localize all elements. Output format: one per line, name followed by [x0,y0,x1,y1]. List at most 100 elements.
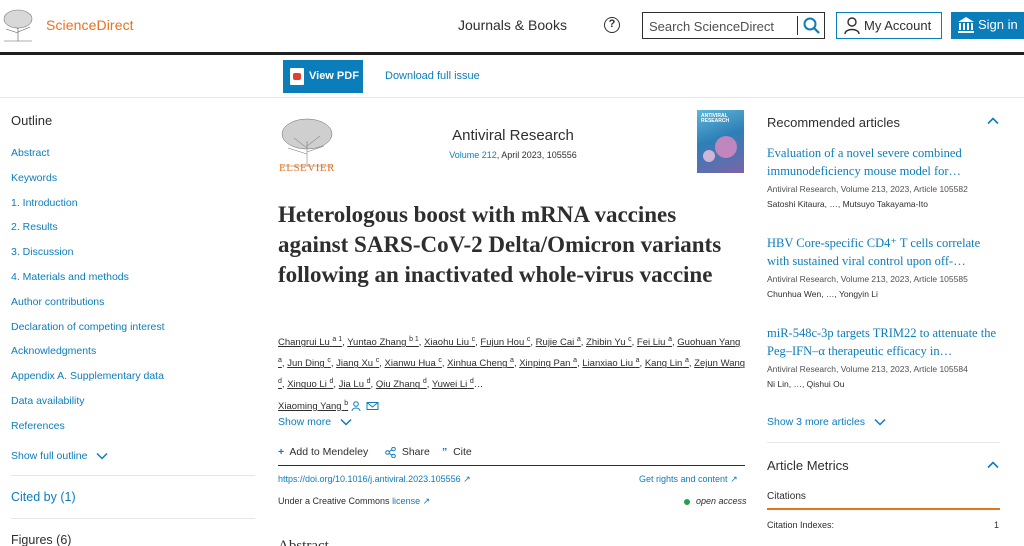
author-link[interactable]: Xinguo Li d [287,378,333,390]
show-more-link[interactable]: Show more [278,416,352,428]
outline-item-keywords[interactable]: Keywords [11,171,165,196]
cited-by-link[interactable]: Cited by (1) [11,490,76,504]
doi-link[interactable]: https://doi.org/10.1016/j.antiviral.2023… [278,474,471,485]
article-title: Heterologous boost with mRNA vaccines ag… [278,202,722,287]
author-link[interactable]: Fei Liu a [637,336,672,348]
outline-item-methods[interactable]: 4. Materials and methods [11,270,165,295]
author-link[interactable]: Fujun Hou c [480,336,530,348]
add-to-mendeley-button[interactable]: + Add to Mendeley [278,446,368,458]
recommended-source: Antiviral Research, Volume 213, 2023, Ar… [767,274,968,284]
license-prefix: Under a Creative Commons [278,496,390,506]
search-icon[interactable] [802,16,822,36]
publisher-name: ELSEVIER [279,162,335,174]
journal-name[interactable]: Antiviral Research [338,127,688,144]
cite-button[interactable]: ” Cite [442,446,472,458]
cover-graphic [703,150,715,162]
author-link[interactable]: Rujie Cai a [536,336,581,348]
author-link[interactable]: Xiaohu Liu c [424,336,475,348]
outline-item-references[interactable]: References [11,419,165,444]
recommended-source: Antiviral Research, Volume 213, 2023, Ar… [767,364,968,374]
author-link[interactable]: Jia Lu d [339,378,371,390]
author-link[interactable]: Changrui Lu a 1 [278,336,342,348]
journal-meta: Volume 212, April 2023, 105556 [338,150,688,160]
open-access-dot-icon [684,498,690,505]
brand-logo[interactable]: ScienceDirect [46,17,134,33]
journal-cover-image[interactable]: ANTIVIRAL RESEARCH [697,110,744,173]
show-more-label: Show more [278,416,332,428]
recommended-divider [767,442,1000,443]
outline-item-competing-interest[interactable]: Declaration of competing interest [11,320,165,345]
help-icon[interactable]: ? [604,17,620,33]
journals-books-link[interactable]: Journals & Books [458,17,567,33]
open-access-label: open access [696,496,747,506]
citation-indexes-label: Citation Indexes: [767,520,835,530]
license-info: Under a Creative Commons license ↗ [278,496,430,507]
author-link[interactable]: Yuntao Zhang b 1 [347,336,419,348]
outline-item-acknowledgments[interactable]: Acknowledgments [11,344,165,369]
share-button[interactable]: Share [385,446,430,459]
quote-icon: ” [442,446,448,458]
citations-tab-underline [767,508,1000,510]
issue-info: , April 2023, 105556 [496,150,577,160]
author-link[interactable]: Xiaoming Yang b [278,399,348,411]
author-link[interactable]: Lianxiao Liu a [582,357,639,369]
rights-link[interactable]: Get rights and content ↗ [639,474,738,485]
author-link[interactable]: Yuwei Li d [432,378,474,390]
outline-item-introduction[interactable]: 1. Introduction [11,196,165,221]
outline-item-results[interactable]: 2. Results [11,220,165,245]
recommended-item: HBV Core-specific CD4⁺ T cells correlate… [767,234,999,324]
outline-item-author-contributions[interactable]: Author contributions [11,295,165,320]
sign-in-label: Sign in [978,17,1018,32]
show-full-outline-label: Show full outline [11,450,88,462]
author-link[interactable]: Jiang Xu c [336,357,379,369]
show-more-articles-link[interactable]: Show 3 more articles [767,416,886,428]
author-link[interactable]: Xianwu Hua c [385,357,442,369]
search-box [642,12,825,39]
metrics-heading: Article Metrics [767,458,849,473]
author-link[interactable]: Xinping Pan a [519,357,577,369]
author-ellipsis: … [473,379,484,391]
recommended-title-link[interactable]: HBV Core-specific CD4⁺ T cells correlate… [767,234,999,270]
figures-heading[interactable]: Figures (6) [11,533,71,546]
author-link[interactable]: Qiu Zhang d [376,378,427,390]
volume-link[interactable]: Volume 212 [449,150,497,160]
view-pdf-button[interactable]: View PDF [283,60,363,93]
outline-divider [11,475,255,476]
elsevier-tree-icon[interactable] [0,7,36,43]
email-icon[interactable] [366,402,379,411]
author-list: Changrui Lu a 1, Yuntao Zhang b 1, Xiaoh… [278,336,746,412]
recommended-title-link[interactable]: Evaluation of a novel severe combined im… [767,144,999,180]
recommended-title-link[interactable]: miR-548c-3p targets TRIM22 to attenuate … [767,324,999,360]
recommended-authors: Satoshi Kitaura, …, Mutsuyo Takayama-Ito [767,199,928,209]
rights-text: Get rights and content [639,474,728,484]
my-account-button[interactable]: My Account [836,12,942,39]
license-link[interactable]: license ↗ [392,496,430,506]
search-input[interactable] [649,17,794,35]
show-full-outline-link[interactable]: Show full outline [11,450,108,462]
author-link[interactable]: Jun Ding c [287,357,331,369]
institution-icon [958,17,974,33]
author-link[interactable]: Kang Lin a [645,357,689,369]
sign-in-button[interactable]: Sign in [951,12,1024,39]
author-contact-icons [351,401,379,412]
download-full-issue-link[interactable]: Download full issue [385,70,480,82]
abstract-heading: Abstract [278,538,329,546]
cited-by-divider [11,518,255,519]
toolbar-divider [0,97,1024,98]
outline-item-discussion[interactable]: 3. Discussion [11,245,165,270]
citation-indexes-value: 1 [994,520,1000,530]
chevron-down-icon [96,453,108,460]
outline-item-data-availability[interactable]: Data availability [11,394,165,419]
open-access-badge: open access [684,496,747,506]
author-link[interactable]: Zhibin Yu c [586,336,632,348]
citations-tab[interactable]: Citations [767,491,806,502]
pdf-icon [290,68,304,85]
share-label: Share [401,446,430,458]
author-link[interactable]: Xinhua Cheng a [447,357,514,369]
outline-item-abstract[interactable]: Abstract [11,146,165,171]
chevron-up-icon[interactable] [987,117,999,125]
person-icon[interactable] [351,401,361,412]
recommended-authors: Chunhua Wen, …, Yongyin Li [767,289,878,299]
outline-item-appendix[interactable]: Appendix A. Supplementary data [11,369,165,394]
chevron-up-icon[interactable] [987,461,999,469]
